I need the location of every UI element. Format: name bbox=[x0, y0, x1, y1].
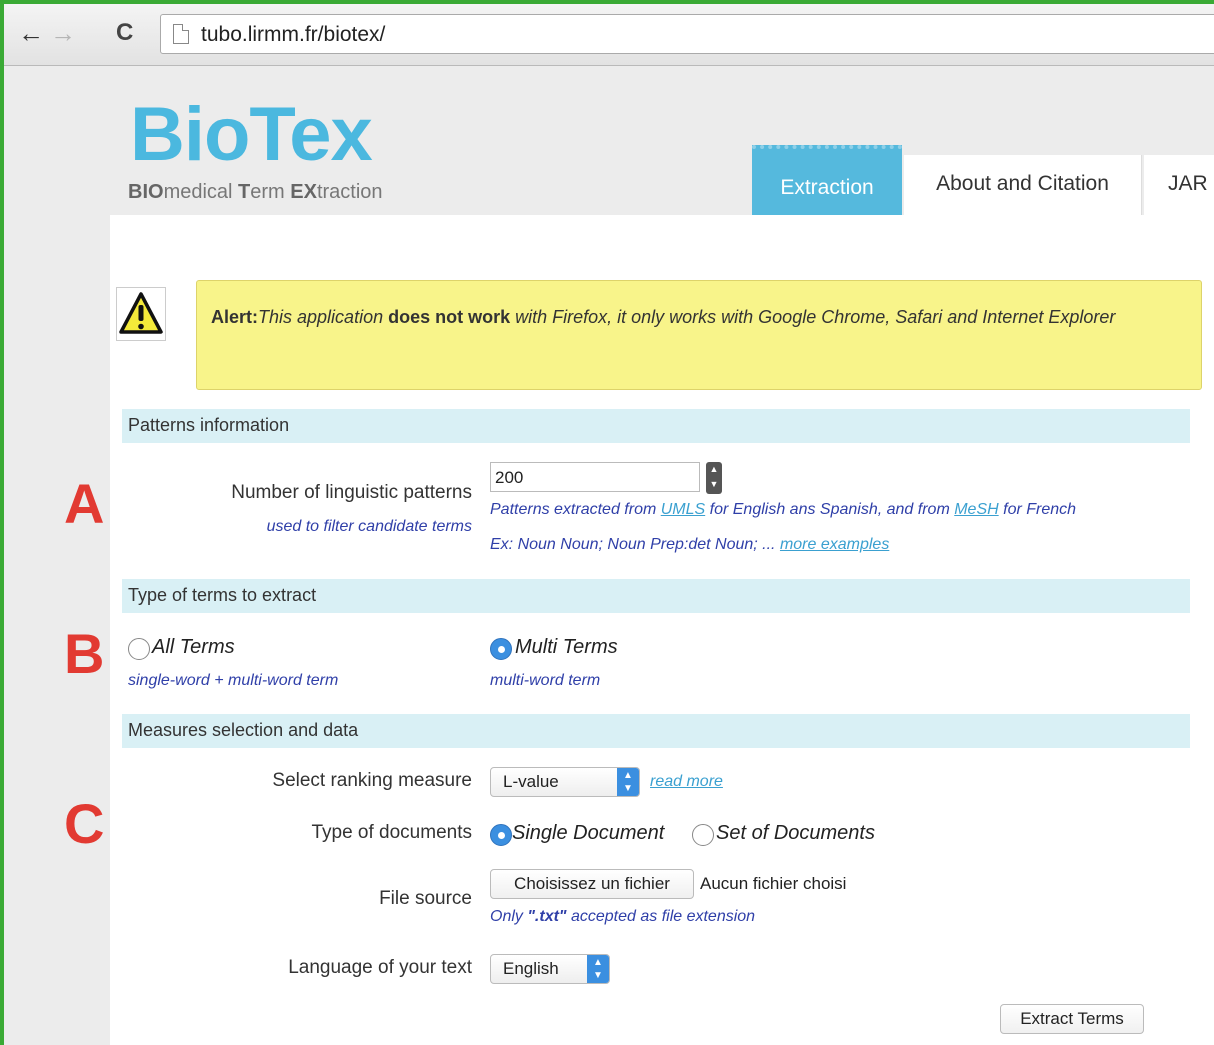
multi-terms-label[interactable]: Multi Terms bbox=[515, 636, 618, 659]
site-tagline: BIOmedical Term EXtraction bbox=[128, 181, 383, 204]
umls-link[interactable]: UMLS bbox=[661, 501, 705, 518]
back-arrow-icon[interactable]: ← bbox=[18, 18, 44, 48]
single-document-radio[interactable] bbox=[490, 824, 512, 846]
forward-arrow-icon[interactable]: → bbox=[50, 18, 76, 48]
language-value: English bbox=[503, 959, 559, 978]
language-select[interactable]: English ▲ ▼ bbox=[490, 954, 610, 984]
more-examples-link[interactable]: more examples bbox=[780, 536, 889, 553]
tagline-part: EX bbox=[290, 181, 317, 203]
tagline-part: BIO bbox=[128, 181, 164, 203]
annotation-letter-c: C bbox=[64, 792, 105, 855]
url-text[interactable]: tubo.lirmm.fr/biotex/ bbox=[201, 23, 385, 47]
patterns-stepper[interactable]: ▲ ▼ bbox=[706, 462, 722, 494]
ranking-measure-label: Select ranking measure bbox=[272, 770, 472, 791]
select-arrows-icon: ▲ ▼ bbox=[587, 955, 609, 983]
patterns-sub-label: used to filter candidate terms bbox=[266, 518, 472, 535]
browser-window: ← → C tubo.lirmm.fr/biotex/ BioTex BIOme… bbox=[0, 0, 1214, 1045]
patterns-example: Ex: Noun Noun; Noun Prep:det Noun; ... m… bbox=[490, 536, 1190, 554]
select-arrows-icon: ▲ ▼ bbox=[617, 768, 639, 796]
tab-about-citation[interactable]: About and Citation bbox=[904, 155, 1142, 215]
ranking-measure-select[interactable]: L-value ▲ ▼ bbox=[490, 767, 640, 797]
ranking-measure-value: L-value bbox=[503, 772, 559, 791]
tagline-part: erm bbox=[250, 181, 291, 203]
multi-terms-hint: multi-word term bbox=[490, 672, 601, 689]
example-text: Ex: Noun Noun; Noun Prep:det Noun; ... bbox=[490, 536, 780, 553]
file-hint: Only ".txt" accepted as file extension bbox=[490, 908, 755, 926]
warning-icon bbox=[116, 287, 166, 341]
all-terms-label[interactable]: All Terms bbox=[152, 636, 235, 659]
tagline-part: traction bbox=[316, 181, 383, 203]
tagline-part: medical bbox=[163, 181, 239, 203]
all-terms-radio[interactable] bbox=[128, 638, 150, 660]
file-hint-text: accepted as file extension bbox=[566, 908, 756, 925]
section-header-term-type: Type of terms to extract bbox=[122, 579, 1190, 613]
hint-text: for French bbox=[998, 501, 1077, 518]
section-header-patterns: Patterns information bbox=[122, 409, 1190, 443]
file-source-label: File source bbox=[379, 888, 472, 909]
patterns-number-input[interactable]: 200 bbox=[490, 462, 700, 492]
patterns-hint: Patterns extracted from UMLS for English… bbox=[490, 501, 1190, 519]
single-document-label[interactable]: Single Document bbox=[512, 822, 664, 845]
set-of-documents-label[interactable]: Set of Documents bbox=[716, 822, 875, 845]
patterns-label: Number of linguistic patterns bbox=[231, 482, 472, 503]
read-more-wrap: read more bbox=[650, 773, 723, 791]
file-hint-text: Only bbox=[490, 908, 528, 925]
alert-text: with Firefox, it only works with Google … bbox=[510, 307, 1116, 327]
section-header-measures: Measures selection and data bbox=[122, 714, 1190, 748]
tab-jar[interactable]: JAR bbox=[1144, 155, 1214, 215]
address-bar[interactable]: tubo.lirmm.fr/biotex/ bbox=[160, 14, 1214, 54]
choose-file-button[interactable]: Choisissez un fichier bbox=[490, 869, 694, 899]
all-terms-hint: single-word + multi-word term bbox=[128, 672, 339, 689]
alert-strong: does not work bbox=[388, 307, 511, 327]
page-icon bbox=[173, 24, 189, 44]
read-more-link[interactable]: read more bbox=[650, 773, 723, 790]
alert-prefix: Alert: bbox=[211, 307, 259, 327]
annotation-letter-b: B bbox=[64, 622, 105, 685]
annotation-letter-a: A bbox=[64, 472, 105, 535]
set-of-documents-radio[interactable] bbox=[692, 824, 714, 846]
file-status: Aucun fichier choisi bbox=[700, 874, 847, 893]
mesh-link[interactable]: MeSH bbox=[954, 501, 998, 518]
alert-message: Alert:This application does not work wit… bbox=[196, 280, 1202, 390]
hint-text: Patterns extracted from bbox=[490, 501, 661, 518]
tab-extraction[interactable]: Extraction bbox=[752, 145, 902, 215]
hint-text: for English ans Spanish, and from bbox=[705, 501, 955, 518]
site-logo[interactable]: BioTex bbox=[130, 92, 373, 178]
alert-text: This application bbox=[258, 307, 389, 327]
multi-terms-radio[interactable] bbox=[490, 638, 512, 660]
reload-icon[interactable]: C bbox=[116, 18, 133, 48]
language-label: Language of your text bbox=[288, 957, 472, 978]
file-hint-ext: ".txt" bbox=[527, 908, 567, 925]
browser-toolbar: ← → C tubo.lirmm.fr/biotex/ bbox=[4, 4, 1214, 66]
extract-terms-button[interactable]: Extract Terms bbox=[1000, 1004, 1144, 1034]
tagline-part: T bbox=[238, 181, 251, 203]
doc-type-label: Type of documents bbox=[311, 822, 472, 843]
